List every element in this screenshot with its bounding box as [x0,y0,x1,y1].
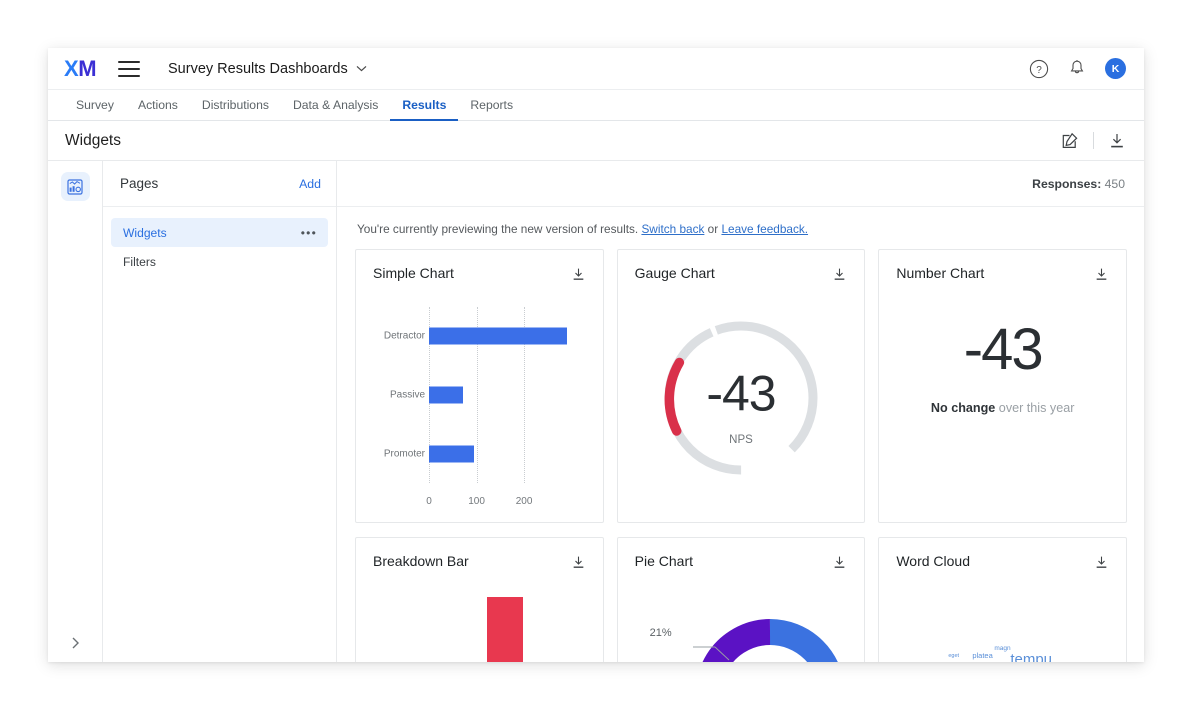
responses-row: Responses: 450 [337,161,1144,207]
widget-gauge-chart: Gauge Chart -43 NPS [616,249,866,523]
bar-chart: 0 100 200 Detractor Passive Promoter [373,303,586,517]
widget-title: Pie Chart [634,553,694,569]
banner-or: or [707,222,719,236]
word-cloud-word: platea [972,651,993,660]
left-rail [48,161,103,662]
bell-icon[interactable] [1068,59,1086,78]
page-title-row: Widgets [48,121,1144,161]
word-cloud-word: magn [994,645,1011,652]
page-item-menu-icon[interactable]: ••• [301,226,317,240]
gauge-sublabel: NPS [729,434,753,446]
widget-pie-chart: Pie Chart 21% [616,537,866,662]
widget-word-cloud: Word Cloud fermentum tempu platea magn e… [878,537,1127,662]
download-icon[interactable] [832,267,847,287]
nav-tabs: Survey Actions Distributions Data & Anal… [48,90,1144,121]
bar-category-label: Passive [389,389,425,401]
svg-text:?: ? [1036,65,1042,76]
bar-category-label: Detractor [383,330,425,342]
page-item-label: Filters [123,254,156,269]
axis-tick-label: 100 [468,496,485,507]
add-page-button[interactable]: Add [299,177,321,191]
number-change-rest: over this year [995,401,1075,415]
pages-list: Widgets ••• Filters [103,207,336,276]
page-item-widgets[interactable]: Widgets ••• [111,218,328,247]
top-bar: XM Survey Results Dashboards ? K [48,48,1144,90]
gauge-value: -43 [706,365,776,422]
widget-title: Simple Chart [373,265,454,281]
app-window: XM Survey Results Dashboards ? K Survey … [48,48,1144,662]
number-chart: -43 No change over this year [896,317,1109,416]
preview-banner-text: You're currently previewing the new vers… [357,222,639,236]
responses-count: 450 [1104,176,1125,191]
download-icon[interactable] [832,555,847,575]
dashboard-title: Survey Results Dashboards [168,60,348,77]
word-cloud-word: fermentum [940,661,1012,662]
tab-reports[interactable]: Reports [458,90,525,121]
download-icon[interactable] [571,555,586,575]
widget-title: Number Chart [896,265,985,281]
chevron-down-icon[interactable] [356,63,367,75]
download-icon[interactable] [571,267,586,287]
gauge-chart: -43 NPS [635,291,848,505]
pie-slices [692,619,838,662]
download-icon[interactable] [1108,132,1126,150]
number-change: No change over this year [896,401,1109,415]
xm-logo[interactable]: XM [64,57,97,80]
widget-number-chart: Number Chart -43 No change over this yea… [878,249,1127,523]
bar[interactable] [429,386,464,404]
word-cloud: fermentum tempu platea magn eget [896,579,1109,662]
tab-results[interactable]: Results [390,90,459,121]
breakdown-bar-segment [487,597,523,662]
widget-title: Breakdown Bar [373,553,469,569]
breakdown-bar-chart: Detractor (64%) [373,579,586,662]
page-item-filters[interactable]: Filters [111,247,328,276]
page-title: Widgets [65,131,121,149]
widget-simple-chart: Simple Chart 0 100 200 Detractor Passive Prom… [355,249,604,523]
pie-chart: 21% [635,579,848,662]
hamburger-menu-icon[interactable] [118,60,141,77]
number-value: -43 [963,317,1044,382]
tab-actions[interactable]: Actions [126,90,190,121]
tab-survey[interactable]: Survey [64,90,126,121]
widget-breakdown-bar: Breakdown Bar Detractor (64%) [355,537,604,662]
pie-slice-label: 21% [649,627,672,639]
body: Pages Add Widgets ••• Filters Responses:… [48,161,1144,662]
number-change-bold: No change [930,401,996,415]
divider [1093,132,1094,149]
page-item-label: Widgets [123,225,167,240]
pages-panel: Pages Add Widgets ••• Filters [103,161,337,662]
avatar[interactable]: K [1105,58,1126,79]
help-circle-icon[interactable]: ? [1029,59,1049,79]
leave-feedback-link[interactable]: Leave feedback. [721,222,808,236]
bar[interactable] [429,445,475,463]
axis-tick-label: 200 [515,496,533,507]
word-cloud-word: tempu [1010,651,1053,662]
widgets-grid: Simple Chart 0 100 200 Detractor Passive Prom… [337,249,1144,662]
bar[interactable] [429,327,567,345]
widget-title: Gauge Chart [634,265,715,281]
content-area: Responses: 450 You're currently previewi… [337,161,1144,662]
tab-data-analysis[interactable]: Data & Analysis [281,90,390,121]
download-icon[interactable] [1094,267,1109,287]
responses-label: Responses: [1032,176,1102,191]
edit-pencil-icon[interactable] [1061,132,1079,150]
preview-banner: You're currently previewing the new vers… [337,207,1144,249]
switch-back-link[interactable]: Switch back [641,222,704,236]
bar-category-label: Promoter [383,448,425,460]
widget-title: Word Cloud [896,553,970,569]
download-icon[interactable] [1094,555,1109,575]
word-cloud-word: eget [948,653,960,659]
dashboard-widgets-icon[interactable] [60,172,90,201]
pages-label: Pages [120,176,159,191]
axis-tick-label: 0 [426,496,432,507]
pages-header: Pages Add [103,161,336,207]
tab-distributions[interactable]: Distributions [190,90,281,121]
chevron-right-icon[interactable] [48,636,102,650]
